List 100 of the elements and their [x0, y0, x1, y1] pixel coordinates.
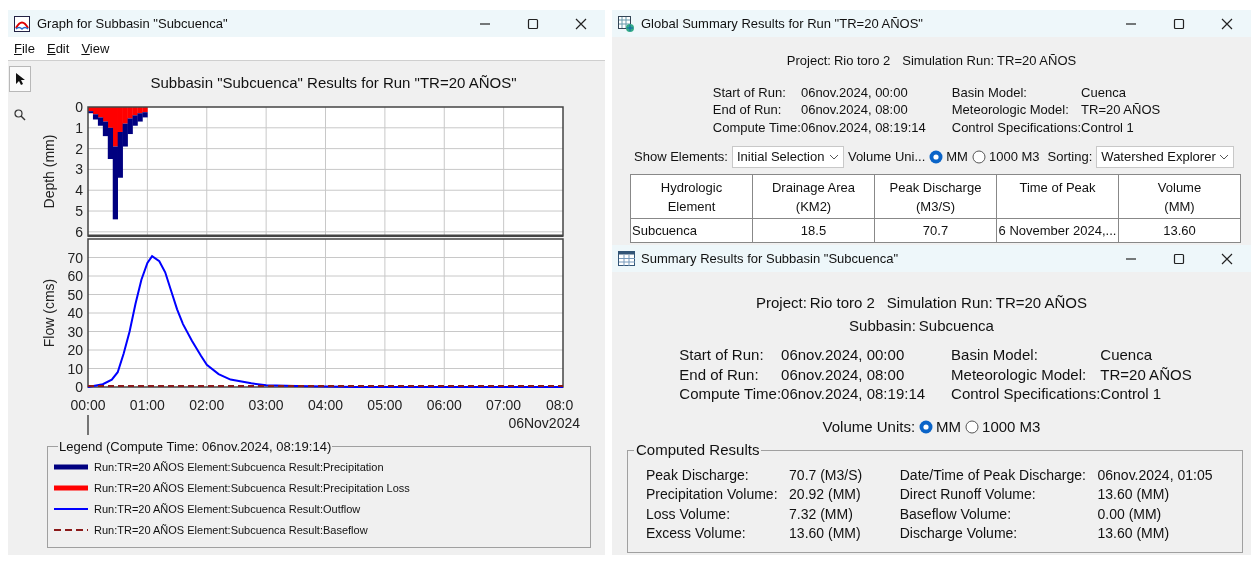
field-label: Sorting:	[1047, 148, 1093, 167]
maximize-icon[interactable]	[1173, 17, 1185, 30]
field-value: 06nov.2024, 00:00	[781, 345, 906, 365]
column-header[interactable]: Peak Discharge (M3/S)	[874, 174, 997, 219]
radio-option[interactable]: MM	[929, 147, 968, 167]
axis-tick-label: 03:00	[248, 397, 284, 413]
axis-tick-label: 01:00	[129, 397, 165, 413]
menu-item[interactable]: File	[14, 38, 35, 59]
axis-tick-label: 50	[67, 286, 83, 303]
axis-tick-label: 6	[75, 223, 83, 237]
results-title: Computed Results	[635, 440, 761, 460]
date-label: 06Nov2024	[508, 415, 580, 431]
field-label: Show Elements:	[634, 148, 728, 167]
field-value: 13.60 (MM)	[789, 524, 862, 543]
legend-label: Run:TR=20 AÑOS Element:Subcuenca Result:Baseflow	[94, 522, 368, 538]
menu-item[interactable]: Edit	[46, 38, 70, 59]
sorting-dropdown[interactable]: Watershed Explorer	[1096, 146, 1235, 168]
field-value: 06nov.2024, 08:00	[800, 101, 909, 119]
axis-tick-label: 40	[67, 305, 83, 321]
axis-tick-label: 0	[75, 379, 83, 395]
field-label: Simulation Run:	[886, 293, 993, 313]
field-value: TR=20 AÑOS	[995, 293, 1088, 313]
axis-tick-label: 1	[75, 119, 83, 136]
field-value: 13.60 (MM)	[1097, 524, 1171, 543]
axis-tick-label: 70	[67, 249, 83, 266]
table-cell: 18.5	[752, 218, 875, 243]
field-value: Rio toro 2	[833, 52, 891, 70]
field-label: Date/Time of Peak Discharge:	[898, 465, 1087, 485]
axis-tick-label: 05:00	[367, 397, 403, 413]
radio-icon[interactable]	[971, 150, 986, 164]
field-label: Meteorologic Model:	[950, 101, 1070, 119]
radio-option[interactable]: 1000 M3	[971, 147, 1040, 167]
radio-option[interactable]: MM	[919, 415, 962, 438]
axis-tick-label: 4	[75, 182, 83, 199]
axis-tick-label: 04:00	[308, 397, 343, 413]
field-value: 06nov.2024, 00:00	[800, 83, 909, 101]
maximize-icon[interactable]	[527, 17, 539, 30]
field-value: Control 1	[1081, 118, 1135, 136]
field-label: Compute Time:	[712, 118, 801, 136]
radio-selected-icon[interactable]	[919, 419, 934, 434]
legend-label: Run:TR=20 AÑOS Element:Subcuenca Result:Outflow	[94, 501, 361, 517]
column-header[interactable]: Time of Peak	[996, 174, 1119, 219]
radio-selected-icon[interactable]	[929, 150, 944, 164]
elements-dropdown[interactable]: Initial Selection	[731, 146, 844, 168]
field-label: Direct Runoff Volume:	[898, 485, 1037, 504]
field-value: 7.32 (MM)	[789, 504, 854, 524]
field-value: 70.7 (M3/S)	[789, 465, 864, 485]
axis-tick-label: 02:00	[189, 397, 225, 413]
column-header[interactable]: Drainage Area (KM2)	[752, 174, 875, 219]
menu-item[interactable]: View	[81, 38, 110, 59]
maximize-icon[interactable]	[1173, 252, 1185, 265]
field-value: Cuenca	[1100, 345, 1154, 365]
field-label: Discharge Volume:	[898, 524, 1019, 543]
field-label: Simulation Run:	[902, 52, 995, 70]
close-icon[interactable]	[575, 17, 587, 30]
axis-tick-label: 20	[67, 342, 83, 358]
radio-icon[interactable]	[965, 419, 980, 434]
legend-label: Run:TR=20 AÑOS Element:Subcuenca Result:Precipitation	[94, 459, 384, 475]
field-value: 06nov.2024, 08:19:14	[781, 384, 926, 404]
search-icon[interactable]	[14, 109, 26, 121]
field-value: 20.92 (MM)	[789, 485, 862, 504]
radio-option[interactable]: 1000 M3	[965, 415, 1041, 438]
field-value: Rio toro 2	[809, 293, 875, 313]
field-label: Control Specifications:	[950, 118, 1082, 136]
field-label: Loss Volume:	[646, 504, 732, 524]
pointer-icon[interactable]	[15, 72, 25, 86]
field-label: Basin Model:	[950, 83, 1028, 101]
axis-tick-label: 3	[75, 161, 83, 178]
axis-title: Depth (mm)	[41, 134, 57, 209]
axis-title: Flow (cms)	[41, 278, 57, 348]
field-label: Control Specifications:	[950, 384, 1101, 404]
field-value: 0.00 (MM)	[1097, 504, 1163, 524]
axis-tick-label: 2	[75, 140, 83, 157]
field-label: Precipitation Volume:	[646, 485, 779, 504]
field-value: 06nov.2024, 08:19:14	[800, 118, 926, 136]
field-value: TR=20 AÑOS	[997, 52, 1077, 70]
close-icon[interactable]	[1221, 17, 1233, 30]
field-value: Control 1	[1100, 384, 1163, 404]
axis-tick-label: 0	[75, 99, 83, 115]
app-logo-icon	[14, 15, 31, 32]
column-header[interactable]: Hydrologic Element	[630, 174, 753, 219]
table-cell: 13.60	[1118, 218, 1241, 243]
time-marker	[87, 414, 89, 435]
pointer-tool[interactable]	[9, 66, 31, 92]
field-label: Volume Uni...	[847, 148, 926, 167]
field-label: End of Run:	[679, 364, 760, 384]
window-title: Graph for Subbasin "Subcuenca"	[37, 14, 229, 33]
chevron-down-icon	[828, 154, 839, 160]
legend-label: Run:TR=20 AÑOS Element:Subcuenca Result:Precipitation Loss	[94, 480, 410, 496]
axis-tick-label: 10	[67, 360, 83, 377]
field-label: Meteorologic Model:	[950, 364, 1088, 384]
field-label: Subbasin:	[849, 315, 916, 336]
field-label: Start of Run:	[679, 345, 765, 365]
column-header[interactable]: Volume (MM)	[1118, 174, 1241, 219]
close-icon[interactable]	[1221, 252, 1233, 265]
table-cell: 6 November 2024,...	[996, 218, 1119, 243]
field-label: Excess Volume:	[646, 524, 747, 543]
field-value: 06nov.2024, 08:00	[781, 364, 906, 384]
field-label: End of Run:	[712, 101, 783, 119]
axis-tick-label: 60	[67, 268, 83, 284]
